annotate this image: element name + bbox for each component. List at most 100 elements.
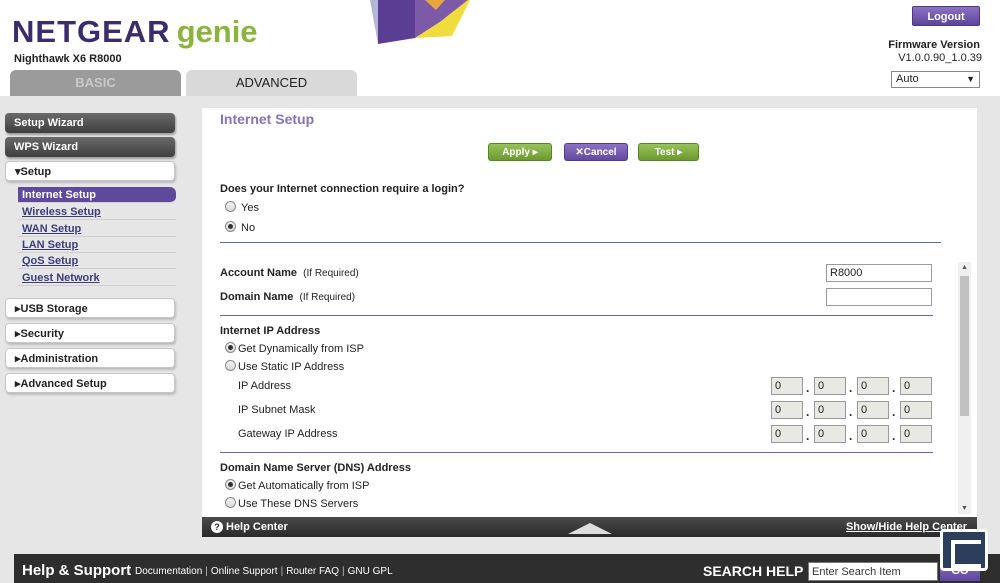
expand-arrow-icon[interactable]: [568, 523, 612, 534]
sidebar-administration[interactable]: ▸Administration: [5, 348, 175, 368]
sidebar-usb-storage[interactable]: ▸USB Storage: [5, 298, 175, 318]
dns-auto-radio[interactable]: [225, 479, 236, 490]
octet-separator: .: [892, 381, 896, 395]
subnet-octet-2[interactable]: 0: [814, 401, 846, 419]
scrollbar-thumb[interactable]: [960, 276, 969, 416]
firmware-label: Firmware Version: [888, 39, 980, 51]
ip-static-label: Use Static IP Address: [238, 361, 345, 373]
ip-address-label: IP Address: [238, 380, 291, 392]
watermark-logo-icon: [940, 529, 988, 571]
octet-separator: .: [849, 429, 853, 443]
login-yes-label: Yes: [241, 202, 259, 214]
netgear-logo: NETGEAR genie: [12, 14, 258, 50]
decorative-graphic: [370, 0, 470, 44]
sidebar-wps-wizard[interactable]: WPS Wizard: [5, 137, 175, 157]
octet-separator: .: [892, 405, 896, 419]
octet-separator: .: [806, 381, 810, 395]
dns-auto-label: Get Automatically from ISP: [238, 480, 370, 492]
tab-advanced[interactable]: ADVANCED: [186, 70, 357, 96]
account-name-hint: (If Required): [303, 268, 359, 279]
subnet-octet-3[interactable]: 0: [857, 401, 889, 419]
gateway-octet-1[interactable]: 0: [771, 425, 803, 443]
gateway-octet-3[interactable]: 0: [857, 425, 889, 443]
ip-octet-2[interactable]: 0: [814, 377, 846, 395]
octet-separator: .: [892, 429, 896, 443]
octet-separator: .: [806, 405, 810, 419]
footer-links: Documentation | Online Support | Router FAQ |…: [132, 566, 396, 577]
footer-link-documentation[interactable]: Documentation: [132, 566, 205, 577]
help-center-bar: ? Help Center Show/Hide Help Center: [202, 517, 977, 537]
footer-link-online-support[interactable]: Online Support: [208, 566, 281, 577]
footer: Help & Support Documentation | Online Supp…: [14, 554, 1000, 583]
brand-suffix: genie: [176, 14, 258, 49]
sidebar-setup-wizard[interactable]: Setup Wizard: [5, 113, 175, 133]
subnet-octet-4[interactable]: 0: [900, 401, 932, 419]
search-input[interactable]: Enter Search Item: [808, 562, 938, 581]
ip-octet-4[interactable]: 0: [900, 377, 932, 395]
divider: [220, 452, 933, 453]
login-question: Does your Internet connection require a …: [220, 183, 465, 195]
ip-octet-3[interactable]: 0: [857, 377, 889, 395]
subnet-label: IP Subnet Mask: [238, 404, 316, 416]
octet-separator: .: [849, 405, 853, 419]
caret-down-icon: ▼: [966, 74, 975, 84]
dns-heading: Domain Name Server (DNS) Address: [220, 462, 411, 474]
apply-button[interactable]: Apply ▸: [488, 143, 552, 161]
scrollbar[interactable]: ▲ ▼: [958, 262, 971, 514]
sidebar-item-guest-network[interactable]: Guest Network: [18, 270, 176, 286]
sidebar-item-internet-setup[interactable]: Internet Setup: [18, 187, 176, 203]
divider: [220, 242, 941, 243]
page-title: Internet Setup: [220, 111, 315, 127]
subnet-octet-1[interactable]: 0: [771, 401, 803, 419]
scroll-down-icon[interactable]: ▼: [961, 505, 968, 512]
domain-name-input[interactable]: [826, 288, 932, 306]
divider: [220, 315, 933, 316]
login-no-label: No: [241, 222, 256, 234]
account-name-text: Account Name: [220, 267, 298, 279]
router-model: Nighthawk X6 R8000: [14, 53, 122, 65]
sidebar-security[interactable]: ▸Security: [5, 323, 175, 343]
ip-octet-1[interactable]: 0: [771, 377, 803, 395]
brand-name: NETGEAR: [12, 14, 171, 49]
search-help-label: SEARCH HELP: [703, 563, 804, 579]
login-no-radio[interactable]: [225, 221, 236, 232]
dns-manual-radio[interactable]: [225, 497, 236, 508]
sidebar-item-wireless-setup[interactable]: Wireless Setup: [18, 204, 176, 220]
ip-dynamic-label: Get Dynamically from ISP: [238, 343, 364, 355]
sidebar-item-qos-setup[interactable]: QoS Setup: [18, 253, 176, 269]
footer-link-router-faq[interactable]: Router FAQ: [283, 566, 342, 577]
sidebar-item-wan-setup[interactable]: WAN Setup: [18, 221, 176, 237]
sidebar-item-lan-setup[interactable]: LAN Setup: [18, 237, 176, 253]
sidebar-setup[interactable]: ▾Setup: [5, 161, 175, 181]
internet-ip-heading: Internet IP Address: [220, 325, 321, 337]
domain-name-label: Domain Name (If Required): [220, 291, 355, 303]
logout-button[interactable]: Logout: [912, 6, 980, 26]
test-button[interactable]: Test ▸: [638, 143, 699, 161]
sidebar-advanced-setup[interactable]: ▸Advanced Setup: [5, 373, 175, 393]
tab-basic[interactable]: BASIC: [10, 70, 181, 96]
help-question-icon: ?: [211, 521, 223, 533]
ip-static-radio[interactable]: [225, 360, 236, 371]
gateway-octet-2[interactable]: 0: [814, 425, 846, 443]
domain-name-hint: (If Required): [299, 292, 356, 303]
language-select[interactable]: Auto ▼: [891, 71, 980, 88]
header: NETGEAR genie Nighthawk X6 R8000 Logout F…: [0, 0, 1000, 96]
gateway-octet-4[interactable]: 0: [900, 425, 932, 443]
login-yes-radio[interactable]: [225, 201, 236, 212]
account-name-label: Account Name (If Required): [220, 267, 359, 279]
octet-separator: .: [849, 381, 853, 395]
cancel-button[interactable]: ✕Cancel: [564, 143, 628, 161]
main-panel: [202, 108, 977, 517]
gateway-label: Gateway IP Address: [238, 428, 338, 440]
domain-name-text: Domain Name: [220, 291, 294, 303]
help-support-title: Help & Support: [22, 562, 132, 579]
language-value: Auto: [896, 73, 919, 85]
footer-link-gnu-gpl[interactable]: GNU GPL: [345, 566, 396, 577]
ip-dynamic-radio[interactable]: [225, 342, 236, 353]
dns-manual-label: Use These DNS Servers: [238, 498, 359, 510]
octet-separator: .: [806, 429, 810, 443]
help-center-label[interactable]: Help Center: [226, 521, 288, 533]
scroll-up-icon[interactable]: ▲: [961, 264, 968, 271]
account-name-input[interactable]: R8000: [826, 264, 932, 282]
firmware-value: V1.0.0.90_1.0.39: [898, 52, 982, 64]
